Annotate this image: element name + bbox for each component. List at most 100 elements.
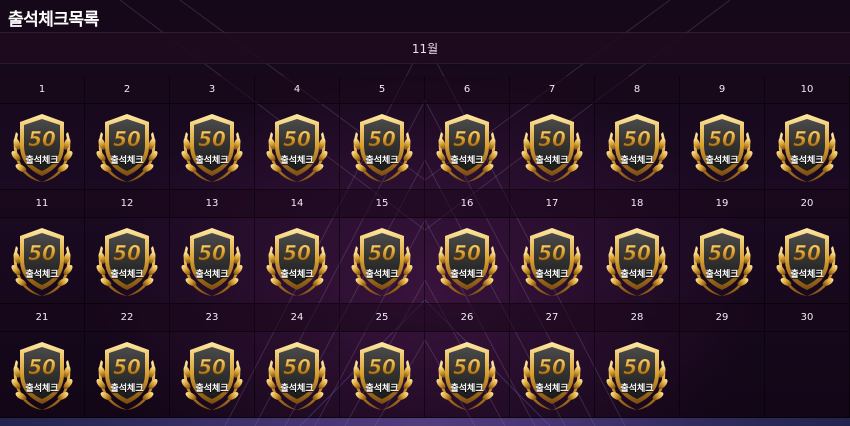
svg-text:50: 50 [538, 241, 566, 265]
svg-text:50: 50 [793, 241, 821, 265]
attendance-50-badge-icon: 50 출석체크 [348, 338, 416, 412]
day-header: 8 [595, 76, 679, 104]
attendance-50-badge-icon: 50 출석체크 [433, 338, 501, 412]
badge-label: 출석체크 [620, 270, 654, 280]
svg-text:50: 50 [623, 241, 651, 265]
day-body: 50 출석체크 [255, 104, 339, 190]
calendar-day-29: 29 [680, 304, 765, 418]
day-number: 16 [460, 198, 474, 209]
day-header: 30 [765, 304, 849, 332]
svg-text:50: 50 [368, 127, 396, 151]
day-body: 50 출석체크 [85, 104, 169, 190]
day-header: 16 [425, 190, 509, 218]
day-body: 50 출석체크 [170, 332, 254, 418]
badge-label: 출석체크 [25, 156, 59, 166]
badge-label: 출석체크 [195, 156, 229, 166]
calendar-day-13: 13 50 출석체크 [170, 190, 255, 304]
badge-label: 출석체크 [110, 156, 144, 166]
attendance-50-badge-icon: 50 출석체크 [348, 110, 416, 184]
badge-label: 출석체크 [450, 384, 484, 394]
day-number: 25 [375, 312, 389, 323]
day-body: 50 출석체크 [255, 332, 339, 418]
attendance-50-badge-icon: 50 출석체크 [603, 224, 671, 298]
day-body: 50 출석체크 [510, 218, 594, 304]
badge-label: 출석체크 [280, 270, 314, 280]
day-header: 15 [340, 190, 424, 218]
day-header: 3 [170, 76, 254, 104]
day-number: 23 [205, 312, 219, 323]
svg-text:50: 50 [368, 355, 396, 379]
svg-text:50: 50 [198, 241, 226, 265]
month-label: 11월 [411, 42, 439, 56]
attendance-50-badge-icon: 50 출석체크 [603, 338, 671, 412]
calendar-day-8: 8 50 출석체크 [595, 76, 680, 190]
calendar-day-6: 6 50 출석체크 [425, 76, 510, 190]
attendance-50-badge-icon: 50 출석체크 [178, 110, 246, 184]
footer-strip [0, 418, 850, 426]
day-number: 11 [35, 198, 49, 209]
svg-text:50: 50 [113, 355, 141, 379]
day-header: 14 [255, 190, 339, 218]
day-header: 6 [425, 76, 509, 104]
badge-label: 출석체크 [365, 384, 399, 394]
svg-text:50: 50 [113, 241, 141, 265]
calendar-day-16: 16 50 출석체크 [425, 190, 510, 304]
day-header: 4 [255, 76, 339, 104]
day-body: 50 출석체크 [85, 218, 169, 304]
svg-text:50: 50 [283, 355, 311, 379]
day-body: 50 출석체크 [340, 332, 424, 418]
day-body: 50 출석체크 [170, 218, 254, 304]
day-body: 50 출석체크 [765, 104, 849, 190]
badge-label: 출석체크 [705, 270, 739, 280]
day-header: 10 [765, 76, 849, 104]
day-header: 9 [680, 76, 764, 104]
attendance-50-badge-icon: 50 출석체크 [93, 338, 161, 412]
attendance-50-badge-icon: 50 출석체크 [93, 224, 161, 298]
day-number: 14 [290, 198, 304, 209]
badge-label: 출석체크 [620, 156, 654, 166]
day-number: 5 [378, 84, 386, 95]
badge-label: 출석체크 [705, 156, 739, 166]
page-header: 출석체크목록 [0, 0, 850, 32]
calendar-day-23: 23 50 출석체크 [170, 304, 255, 418]
svg-text:50: 50 [453, 355, 481, 379]
attendance-50-badge-icon: 50 출석체크 [433, 224, 501, 298]
day-number: 13 [205, 198, 219, 209]
calendar-day-17: 17 50 출석체크 [510, 190, 595, 304]
day-header: 24 [255, 304, 339, 332]
calendar-day-9: 9 50 출석체크 [680, 76, 765, 190]
calendar-day-25: 25 50 출석체크 [340, 304, 425, 418]
day-number: 26 [460, 312, 474, 323]
svg-text:50: 50 [283, 127, 311, 151]
calendar-day-26: 26 50 출석체크 [425, 304, 510, 418]
day-body [765, 332, 849, 418]
day-body: 50 출석체크 [510, 332, 594, 418]
month-bar: 11월 [0, 32, 850, 64]
svg-text:50: 50 [113, 127, 141, 151]
badge-label: 출석체크 [790, 156, 824, 166]
svg-text:50: 50 [708, 241, 736, 265]
day-body: 50 출석체크 [510, 104, 594, 190]
day-header: 19 [680, 190, 764, 218]
day-body: 50 출석체크 [680, 104, 764, 190]
attendance-50-badge-icon: 50 출석체크 [433, 110, 501, 184]
badge-label: 출석체크 [620, 384, 654, 394]
day-body: 50 출석체크 [680, 218, 764, 304]
day-number: 1 [38, 84, 46, 95]
calendar-day-5: 5 50 출석체크 [340, 76, 425, 190]
svg-text:50: 50 [283, 241, 311, 265]
day-number: 15 [375, 198, 389, 209]
day-body: 50 출석체크 [340, 218, 424, 304]
svg-text:50: 50 [538, 127, 566, 151]
day-body: 50 출석체크 [595, 332, 679, 418]
day-number: 6 [463, 84, 471, 95]
day-header: 17 [510, 190, 594, 218]
badge-label: 출석체크 [535, 270, 569, 280]
calendar-day-15: 15 50 출석체크 [340, 190, 425, 304]
svg-text:50: 50 [28, 127, 56, 151]
day-number: 8 [633, 84, 641, 95]
calendar-day-12: 12 50 출석체크 [85, 190, 170, 304]
calendar-day-27: 27 50 출석체크 [510, 304, 595, 418]
day-number: 19 [715, 198, 729, 209]
day-header: 13 [170, 190, 254, 218]
